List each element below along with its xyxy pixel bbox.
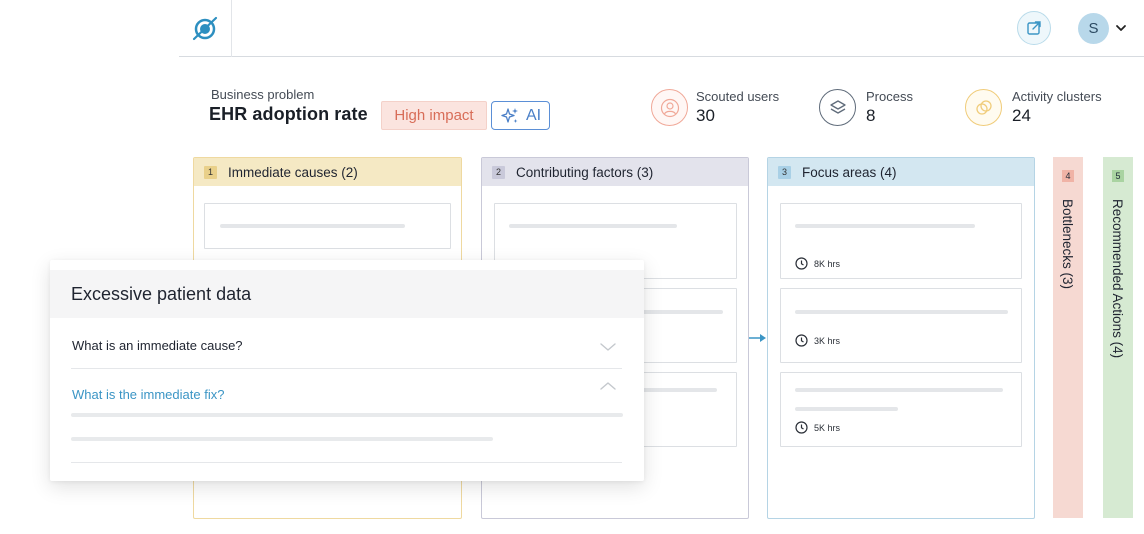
clusters-icon bbox=[975, 99, 992, 115]
popup-title: Excessive patient data bbox=[50, 270, 644, 318]
column-focus-areas: 3 Focus areas (4) 8K hrs 3K hrs 5K hrs bbox=[767, 157, 1035, 519]
column-title: Immediate causes (2) bbox=[228, 164, 358, 180]
placeholder-line bbox=[795, 407, 898, 411]
ai-label: AI bbox=[525, 106, 542, 124]
column-recommended-actions[interactable]: 5 Recommended Actions (4) bbox=[1103, 157, 1133, 518]
placeholder-line bbox=[795, 224, 975, 228]
column-number: 1 bbox=[204, 165, 217, 179]
focus-card[interactable]: 3K hrs bbox=[780, 288, 1022, 363]
process-value: 8 bbox=[866, 106, 876, 125]
scouted-users-value: 30 bbox=[696, 106, 715, 125]
business-problem-title: EHR adoption rate bbox=[209, 104, 368, 124]
hours-indicator: 3K hrs bbox=[795, 334, 840, 347]
layers-icon bbox=[829, 99, 846, 114]
ai-button[interactable]: AI bbox=[491, 101, 550, 130]
hours-indicator: 5K hrs bbox=[795, 421, 840, 434]
chevron-down-icon[interactable] bbox=[600, 342, 616, 352]
placeholder-line bbox=[795, 310, 1008, 314]
clock-icon bbox=[795, 334, 808, 347]
column-number: 2 bbox=[492, 165, 505, 179]
hours-text: 5K hrs bbox=[814, 422, 841, 433]
clock-icon bbox=[795, 421, 808, 434]
activity-clusters-icon-badge bbox=[965, 89, 1002, 126]
sparkle-icon bbox=[501, 107, 518, 123]
column-header[interactable]: 3 Focus areas (4) bbox=[768, 158, 1034, 186]
divider bbox=[71, 462, 622, 463]
question-immediate-fix[interactable]: What is the immediate fix? bbox=[72, 387, 224, 402]
clock-icon bbox=[795, 257, 808, 270]
placeholder-line bbox=[795, 388, 1003, 392]
business-problem-label: Business problem bbox=[211, 87, 315, 102]
logo-icon[interactable] bbox=[191, 14, 219, 42]
column-title: Contributing factors (3) bbox=[516, 164, 654, 180]
column-title: Focus areas (4) bbox=[802, 164, 897, 180]
hours-text: 3K hrs bbox=[814, 335, 841, 346]
process-label: Process bbox=[866, 89, 913, 104]
column-title: Recommended Actions (4) bbox=[1110, 199, 1125, 359]
top-bar: S bbox=[179, 0, 1144, 57]
placeholder-line bbox=[71, 413, 623, 417]
activity-clusters-value: 24 bbox=[1012, 106, 1031, 125]
column-title: Bottlenecks (3) bbox=[1060, 199, 1075, 290]
placeholder-line bbox=[509, 224, 677, 228]
placeholder-line bbox=[71, 437, 493, 441]
topbar-divider bbox=[231, 0, 232, 57]
user-avatar[interactable]: S bbox=[1078, 13, 1109, 44]
cause-detail-popup: Excessive patient data What is an immedi… bbox=[50, 260, 644, 481]
arrow-right-icon bbox=[749, 334, 766, 342]
focus-card[interactable]: 8K hrs bbox=[780, 203, 1022, 279]
cause-card[interactable] bbox=[204, 203, 451, 249]
column-header[interactable]: 1 Immediate causes (2) bbox=[194, 158, 461, 186]
activity-clusters-label: Activity clusters bbox=[1012, 89, 1102, 104]
external-link-icon bbox=[1027, 21, 1041, 35]
process-icon-badge bbox=[819, 89, 856, 126]
impact-badge: High impact bbox=[381, 101, 487, 130]
focus-card[interactable]: 5K hrs bbox=[780, 372, 1022, 447]
user-icon bbox=[660, 98, 679, 117]
chevron-down-icon[interactable] bbox=[1113, 20, 1129, 36]
column-number: 5 bbox=[1112, 170, 1124, 182]
scouted-users-icon-badge bbox=[651, 89, 688, 126]
chevron-up-icon[interactable] bbox=[600, 381, 616, 391]
scouted-users-label: Scouted users bbox=[696, 89, 780, 104]
hours-indicator: 8K hrs bbox=[795, 257, 840, 270]
placeholder-line bbox=[220, 224, 405, 228]
open-external-button[interactable] bbox=[1017, 11, 1051, 45]
column-bottlenecks[interactable]: 4 Bottlenecks (3) bbox=[1053, 157, 1083, 518]
hours-text: 8K hrs bbox=[814, 258, 841, 269]
divider bbox=[71, 368, 622, 369]
column-number: 4 bbox=[1062, 170, 1074, 182]
question-immediate-cause[interactable]: What is an immediate cause? bbox=[72, 338, 243, 353]
column-number: 3 bbox=[778, 165, 791, 179]
column-header[interactable]: 2 Contributing factors (3) bbox=[482, 158, 748, 186]
